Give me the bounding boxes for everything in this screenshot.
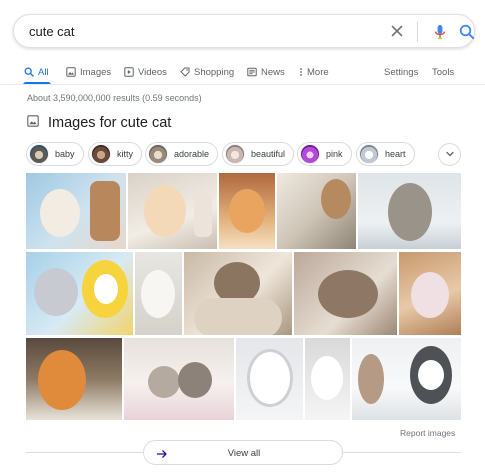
- chip-thumbnail: [359, 144, 379, 164]
- image-thumbnail[interactable]: [128, 173, 217, 249]
- search-icon[interactable]: [456, 21, 478, 43]
- chip-thumbnail: [91, 144, 111, 164]
- tab-label: Shopping: [194, 66, 235, 78]
- image-thumbnail[interactable]: [184, 252, 292, 335]
- chip-adorable[interactable]: adorable: [145, 142, 219, 166]
- chips-expand-button[interactable]: [438, 143, 461, 166]
- tools-link[interactable]: Tools: [432, 63, 454, 81]
- search-divider: [417, 22, 418, 42]
- tab-label: Videos: [138, 66, 167, 78]
- settings-link[interactable]: Settings: [384, 63, 418, 81]
- view-all-button[interactable]: View all: [143, 440, 343, 465]
- more-vert-icon: [299, 67, 303, 77]
- chip-baby[interactable]: baby: [26, 142, 84, 166]
- tab-more[interactable]: More: [299, 63, 329, 81]
- image-thumbnail[interactable]: [135, 252, 182, 335]
- image-thumbnail[interactable]: [124, 338, 234, 420]
- tab-label: News: [261, 66, 285, 78]
- tab-label: More: [307, 66, 329, 78]
- chip-label: baby: [55, 149, 75, 159]
- chip-label: heart: [385, 149, 406, 159]
- tabs-divider: [0, 84, 485, 85]
- image-icon: [27, 114, 39, 132]
- image-thumbnail[interactable]: [277, 173, 356, 249]
- result-stats: About 3,590,000,000 results (0.59 second…: [27, 93, 202, 103]
- tab-news[interactable]: News: [247, 63, 285, 81]
- search-icon: [24, 67, 34, 77]
- tab-images[interactable]: Images: [66, 63, 111, 81]
- chip-label: kitty: [117, 149, 134, 159]
- image-thumbnail[interactable]: [26, 338, 122, 420]
- tab-shopping[interactable]: Shopping: [180, 63, 234, 81]
- chevron-down-icon: [445, 146, 455, 164]
- chip-label: adorable: [174, 149, 210, 159]
- chip-beautiful[interactable]: beautiful: [222, 142, 295, 166]
- tab-label: Images: [80, 66, 112, 78]
- view-all-label: View all: [227, 448, 261, 459]
- image-thumbnail[interactable]: [294, 252, 397, 335]
- image-thumbnail[interactable]: [305, 338, 350, 420]
- image-thumbnail[interactable]: [399, 252, 461, 335]
- image-thumbnail[interactable]: [219, 173, 275, 249]
- newspaper-icon: [247, 67, 257, 77]
- chip-thumbnail: [29, 144, 49, 164]
- chip-heart[interactable]: heart: [356, 142, 415, 166]
- view-all-divider-right: [343, 452, 461, 453]
- image-thumbnail[interactable]: [26, 252, 133, 335]
- tab-all[interactable]: All: [24, 63, 49, 81]
- chip-thumbnail: [300, 144, 320, 164]
- image-thumbnail[interactable]: [358, 173, 461, 249]
- chip-pink[interactable]: pink: [297, 142, 352, 166]
- image-thumbnail[interactable]: [352, 338, 461, 420]
- chip-label: pink: [326, 149, 343, 159]
- report-images-link[interactable]: Report images: [400, 428, 455, 438]
- chip-label: beautiful: [251, 149, 286, 159]
- image-thumbnail[interactable]: [26, 173, 126, 249]
- tag-icon: [180, 67, 190, 77]
- images-section-header: Images for cute cat: [27, 114, 171, 132]
- view-all-divider-left: [26, 452, 143, 453]
- image-thumbnail[interactable]: [236, 338, 303, 420]
- tab-label: All: [38, 66, 49, 78]
- chip-kitty[interactable]: kitty: [88, 142, 143, 166]
- video-icon: [124, 67, 134, 77]
- images-section-title[interactable]: Images for cute cat: [48, 115, 171, 131]
- microphone-icon[interactable]: [429, 21, 451, 43]
- chip-thumbnail: [148, 144, 168, 164]
- tab-videos[interactable]: Videos: [124, 63, 167, 81]
- search-bar: cute cat: [13, 14, 475, 48]
- image-icon: [66, 67, 76, 77]
- chip-thumbnail: [225, 144, 245, 164]
- clear-icon[interactable]: [387, 21, 407, 41]
- search-input[interactable]: cute cat: [29, 24, 75, 39]
